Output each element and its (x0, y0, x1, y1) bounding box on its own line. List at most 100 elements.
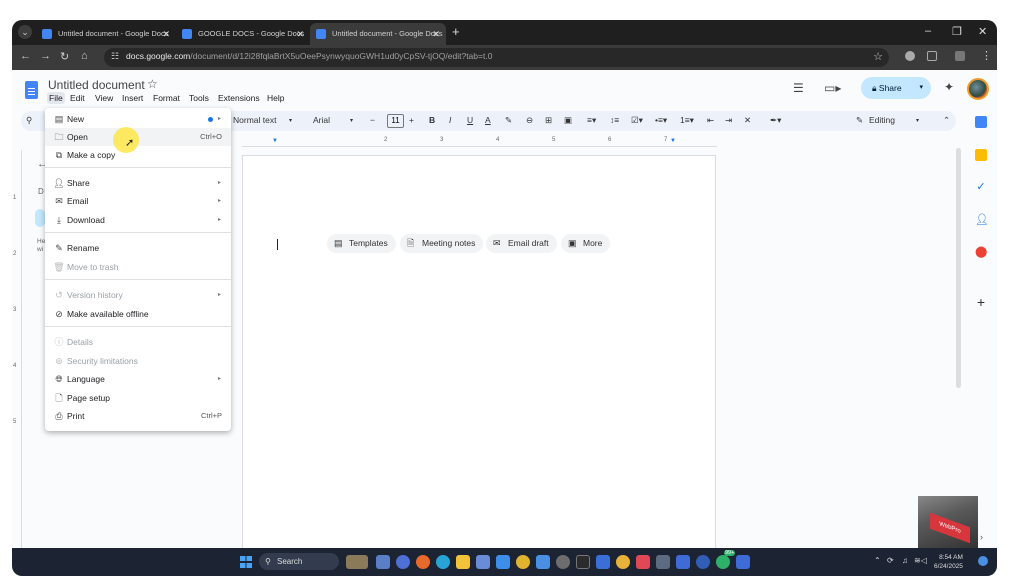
forward-icon[interactable]: → (40, 50, 51, 62)
calendar-icon[interactable] (975, 116, 987, 128)
document-page[interactable] (242, 155, 716, 575)
bulleted-list-icon[interactable]: •≡▾ (655, 115, 667, 126)
app-icon[interactable] (636, 555, 650, 569)
scrollbar[interactable] (956, 148, 961, 388)
search-menus-icon[interactable]: ⚲ (26, 115, 32, 126)
star-icon[interactable]: ☆ (147, 77, 158, 91)
menu-item-make-available-offline[interactable]: ⊘ Make available offline (45, 305, 231, 323)
menu-insert[interactable]: Insert (122, 93, 143, 103)
style-select[interactable]: Normal text (233, 115, 276, 125)
increase-indent-icon[interactable]: ⇥ (725, 115, 732, 126)
menu-item-download[interactable]: ⤓ Download ▸ (45, 211, 231, 229)
menu-item-page-setup[interactable]: 🗋︎ Page setup (45, 389, 231, 407)
mode-dropdown-icon[interactable]: ▾ (916, 117, 919, 124)
tray-chevron-icon[interactable]: ⌃ (874, 556, 881, 565)
profile-icon[interactable] (955, 51, 965, 61)
avatar[interactable] (967, 78, 989, 100)
app-icon[interactable] (536, 555, 550, 569)
browser-tab-1[interactable]: Untitled document - Google Docs ✕ (36, 23, 176, 45)
font-select[interactable]: Arial (313, 115, 330, 125)
style-dropdown-icon[interactable]: ▾ (289, 117, 292, 124)
back-icon[interactable]: ← (20, 50, 31, 62)
checklist-icon[interactable]: ☑▾ (631, 115, 643, 126)
new-tab-icon[interactable]: + (452, 24, 460, 39)
left-indent-marker-icon[interactable]: ▼ (272, 138, 278, 144)
menu-tools[interactable]: Tools (189, 93, 209, 103)
app-icon[interactable] (696, 555, 710, 569)
line-spacing-icon[interactable]: ↕≡ (610, 115, 619, 125)
font-dropdown-icon[interactable]: ▾ (350, 117, 353, 124)
decrease-indent-icon[interactable]: ⇤ (707, 115, 714, 126)
menu-item-print[interactable]: ⎙ Print Ctrl+P (45, 407, 231, 425)
taskbar-search[interactable]: ⚲ Search (259, 553, 339, 570)
reload-icon[interactable]: ↻ (60, 50, 69, 63)
add-addon-icon[interactable]: + (975, 295, 987, 309)
minimize-icon[interactable]: – (925, 25, 931, 37)
share-dropdown-icon[interactable]: ▾ (919, 77, 923, 99)
decrease-size-icon[interactable]: − (370, 115, 375, 125)
clock[interactable]: 8:54 AM 6/24/2025 (934, 553, 963, 571)
widget-icon[interactable] (346, 555, 368, 569)
underline-icon[interactable]: U (467, 115, 473, 125)
menu-format[interactable]: Format (153, 93, 180, 103)
italic-icon[interactable]: I (449, 115, 451, 125)
terminal-icon[interactable] (576, 555, 590, 569)
app-icon[interactable] (556, 555, 570, 569)
menu-item-email[interactable]: ✉ Email ▸ (45, 192, 231, 210)
app-icon[interactable] (496, 555, 510, 569)
menu-help[interactable]: Help (267, 93, 284, 103)
close-tab-icon[interactable]: ✕ (162, 23, 170, 45)
site-info-icon[interactable]: ☷ (111, 51, 119, 62)
windows-start-icon[interactable] (240, 556, 252, 568)
add-comment-icon[interactable]: ⊞ (545, 115, 552, 126)
browser-menu-icon[interactable]: ⋮ (981, 49, 992, 62)
browser-tab-2[interactable]: GOOGLE DOCS - Google Docs ✕ (176, 23, 310, 45)
whatsapp-icon[interactable] (716, 555, 730, 569)
menu-file[interactable]: File (47, 92, 65, 104)
browser-tab-3-active[interactable]: Untitled document - Google Docs ✕ (310, 23, 446, 45)
editing-pencil-icon[interactable]: ✎ (856, 115, 863, 126)
gemini-sparkle-icon[interactable]: ✦ (944, 80, 954, 94)
maps-icon[interactable]: ⬤ (975, 246, 987, 258)
collapse-toolbar-icon[interactable]: ⌃ (943, 115, 950, 126)
menu-item-make-a-copy[interactable]: ⧉ Make a copy (45, 146, 231, 164)
close-tab-icon[interactable]: ✕ (432, 23, 440, 45)
templates-chip[interactable]: ▤ Templates (327, 234, 396, 253)
more-chip[interactable]: ▣ More (561, 234, 611, 253)
extensions-puzzle-icon[interactable] (927, 51, 937, 61)
text-color-icon[interactable]: A (485, 115, 491, 125)
app-icon[interactable] (416, 555, 430, 569)
app-icon[interactable] (736, 555, 750, 569)
app-icon[interactable] (616, 555, 630, 569)
font-size-input[interactable]: 11 (387, 114, 404, 128)
menu-item-language[interactable]: 🌐︎ Language ▸ (45, 370, 231, 388)
right-indent-marker-icon[interactable]: ▼ (670, 138, 676, 144)
mic-icon[interactable]: ♫ (902, 556, 908, 565)
close-window-icon[interactable]: ✕ (978, 25, 987, 38)
docs-logo-icon[interactable] (25, 81, 38, 99)
extension-icon[interactable] (905, 51, 915, 61)
menu-item-rename[interactable]: ✎ Rename (45, 239, 231, 257)
horizontal-ruler[interactable]: 2 3 4 5 6 7 ▼ ▼ (242, 137, 717, 147)
bookmark-star-icon[interactable]: ☆ (873, 50, 883, 63)
task-view-icon[interactable] (376, 555, 390, 569)
email-draft-chip[interactable]: ✉ Email draft (486, 234, 557, 253)
chrome-icon[interactable] (516, 555, 530, 569)
chevron-right-icon[interactable]: › (980, 532, 983, 542)
close-tab-icon[interactable]: ✕ (296, 23, 304, 45)
tab-search-icon[interactable]: ⌄ (18, 25, 32, 39)
share-button[interactable]: 🔒︎ Share ▾ (861, 77, 931, 99)
menu-item-share[interactable]: 👤︎ Share ▸ (45, 174, 231, 192)
increase-size-icon[interactable]: + (409, 115, 414, 125)
file-explorer-icon[interactable] (456, 555, 470, 569)
url-field[interactable]: ☷ docs.google.com/document/d/12i28fqlaBr… (104, 48, 889, 67)
pen-mode-icon[interactable]: ✒▾ (770, 115, 781, 126)
tray-app-icon[interactable]: ⟳ (887, 556, 894, 565)
clear-formatting-icon[interactable]: ✕ (744, 115, 751, 126)
document-title[interactable]: Untitled document (48, 78, 145, 92)
highlight-icon[interactable]: ✎ (505, 115, 512, 126)
menu-item-new[interactable]: ▤ New ▸ (45, 110, 231, 128)
app-icon[interactable] (676, 555, 690, 569)
comment-history-icon[interactable]: ☰ (793, 81, 804, 95)
home-icon[interactable]: ⌂ (81, 50, 88, 62)
